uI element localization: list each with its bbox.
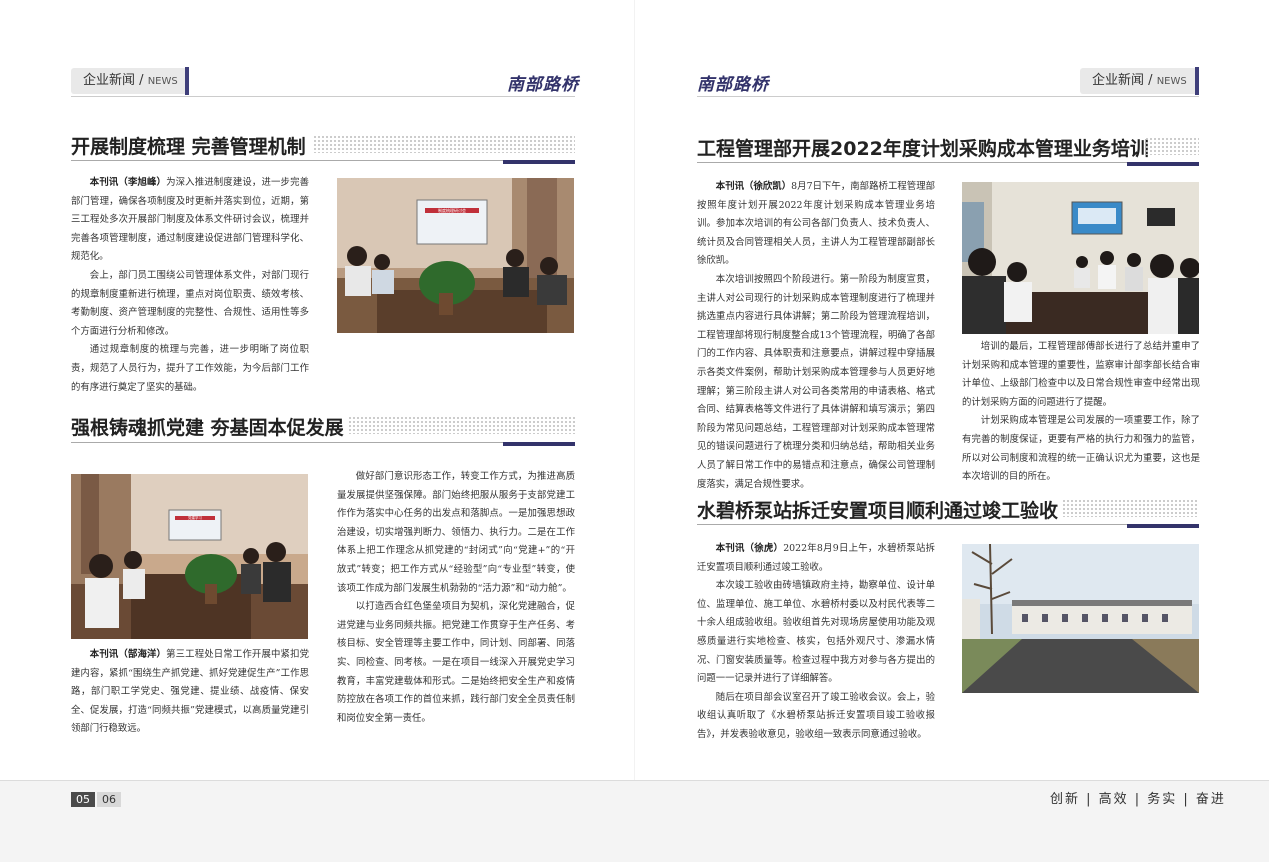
article-paragraph: 第三工程处日常工作开展中紧扣党建内容，紧抓“围绕生产抓党建、抓好党建促生产”工作… — [71, 649, 309, 735]
article-paragraph: 计划采购成本管理是公司发展的一项重要工作，除了有完善的制度保证，更要有严格的执行… — [962, 415, 1200, 483]
section-tag-right: 企业新闻 / NEWS — [1080, 68, 1196, 94]
article-paragraph: 本次竣工验收由砖墙镇政府主持，勘察单位、设计单位、监理单位、施工单位、水碧桥村委… — [697, 580, 935, 685]
header-rule-right — [697, 96, 1199, 97]
section-tag-en: NEWS — [1156, 76, 1187, 87]
screen-text: 制度梳理研讨会 — [438, 207, 466, 213]
title-rule — [697, 524, 1199, 525]
article-paragraph: 为深入推进制度建设，进一步完善部门管理，确保各项制度及时更新并落实到位，近期，第… — [71, 177, 309, 263]
article-byline: 本刊讯（徐欣凯） — [715, 181, 792, 192]
page-number-left: 05 — [71, 792, 95, 807]
article-paragraph: 8月7日下午，南部路桥工程管理部按照年度计划开展2022年度计划采购成本管理业务… — [697, 181, 935, 267]
article-paragraph: 本次培训按照四个阶段进行。第一阶段为制度宣贯，主讲人对公司现行的计划采购成本管理… — [697, 273, 935, 490]
section-tag-bar-left — [185, 67, 189, 95]
article-byline: 本刊讯（徐虎） — [715, 543, 784, 554]
footer-slogan: 创新 | 高效 | 务实 | 奋进 — [1050, 792, 1226, 807]
brand-logo-right: 南部路桥 — [697, 75, 769, 95]
brand-logo-left: 南部路桥 — [507, 75, 579, 95]
article-body: 培训的最后，工程管理部傅部长进行了总结并重申了计划采购和成本管理的重要性，监察审… — [962, 338, 1200, 487]
article-body: 本刊讯（李旭峰）为深入推进制度建设，进一步完善部门管理，确保各项制度及时更新并落… — [71, 174, 309, 397]
article-paragraph: 做好部门意识形态工作，转变工作方式，为推进高质量发展提供坚强保障。部门始终把服从… — [337, 471, 575, 594]
section-tag-bar-right — [1195, 67, 1199, 95]
article-body: 本刊讯（徐虎）2022年8月9日上午，水碧桥泵站拆迁安置项目顺利通过竣工验收。 … — [697, 540, 935, 745]
party-meeting-photo: 党建学习 — [71, 474, 308, 639]
article-body: 做好部门意识形态工作，转变工作方式，为推进高质量发展提供坚强保障。部门始终把服从… — [337, 468, 575, 728]
title-accent-bar — [1127, 162, 1199, 166]
article-byline: 本刊讯（郜海洋） — [89, 649, 167, 660]
article-paragraph: 以打造西合红色堡垒项目为契机，深化党建融合，促进党建与业务同频共振。把党建工作贯… — [337, 601, 575, 724]
article-title: 水碧桥泵站拆迁安置项目顺利通过竣工验收 — [697, 500, 1059, 522]
screen-text: 党建学习 — [188, 515, 202, 520]
title-dot-pattern — [348, 416, 575, 434]
article-paragraph: 培训的最后，工程管理部傅部长进行了总结并重申了计划采购和成本管理的重要性，监察审… — [962, 341, 1200, 408]
title-accent-bar — [1127, 524, 1199, 528]
article-paragraph: 随后在项目部会议室召开了竣工验收会议。会上，验收组认真听取了《水碧桥泵站拆迁安置… — [697, 691, 935, 740]
section-tag-zh: 企业新闻 — [1092, 73, 1145, 88]
article-title: 强根铸魂抓党建 夯基固本促发展 — [71, 417, 344, 439]
article-body: 本刊讯（郜海洋）第三工程处日常工作开展中紧扣党建内容，紧抓“围绕生产抓党建、抓好… — [71, 646, 309, 739]
title-dot-pattern — [313, 135, 575, 153]
article-title: 工程管理部开展2022年度计划采购成本管理业务培训 — [697, 138, 1149, 160]
title-accent-bar — [503, 160, 575, 164]
article-body: 本刊讯（徐欣凯）8月7日下午，南部路桥工程管理部按照年度计划开展2022年度计划… — [697, 178, 935, 494]
title-dot-pattern — [1145, 137, 1199, 155]
housing-project-photo — [962, 544, 1199, 693]
title-accent-bar — [503, 442, 575, 446]
title-rule — [697, 162, 1199, 163]
section-tag-left: 企业新闻 / NEWS — [71, 68, 187, 94]
section-tag-en: NEWS — [147, 76, 178, 87]
article-paragraph: 会上，部门员工围绕公司管理体系文件，对部门现行的规章制度重新进行梳理，重点对岗位… — [71, 269, 309, 337]
section-tag-sep: / — [139, 73, 144, 88]
title-dot-pattern — [1062, 499, 1199, 517]
meeting-photo: 制度梳理研讨会 — [337, 178, 574, 333]
article-paragraph: 通过规章制度的梳理与完善，进一步明晰了岗位职责，规范了人员行为，提升了工作效能，… — [71, 344, 309, 393]
training-photo — [962, 182, 1199, 334]
article-byline: 本刊讯（李旭峰） — [89, 177, 167, 188]
page-number-right: 06 — [97, 792, 121, 807]
title-rule — [71, 442, 575, 443]
section-tag-zh: 企业新闻 — [83, 73, 136, 88]
header-rule-left — [71, 96, 575, 97]
title-rule — [71, 160, 575, 161]
center-fold — [634, 0, 635, 780]
section-tag-sep: / — [1148, 73, 1153, 88]
article-title: 开展制度梳理 完善管理机制 — [71, 136, 306, 158]
